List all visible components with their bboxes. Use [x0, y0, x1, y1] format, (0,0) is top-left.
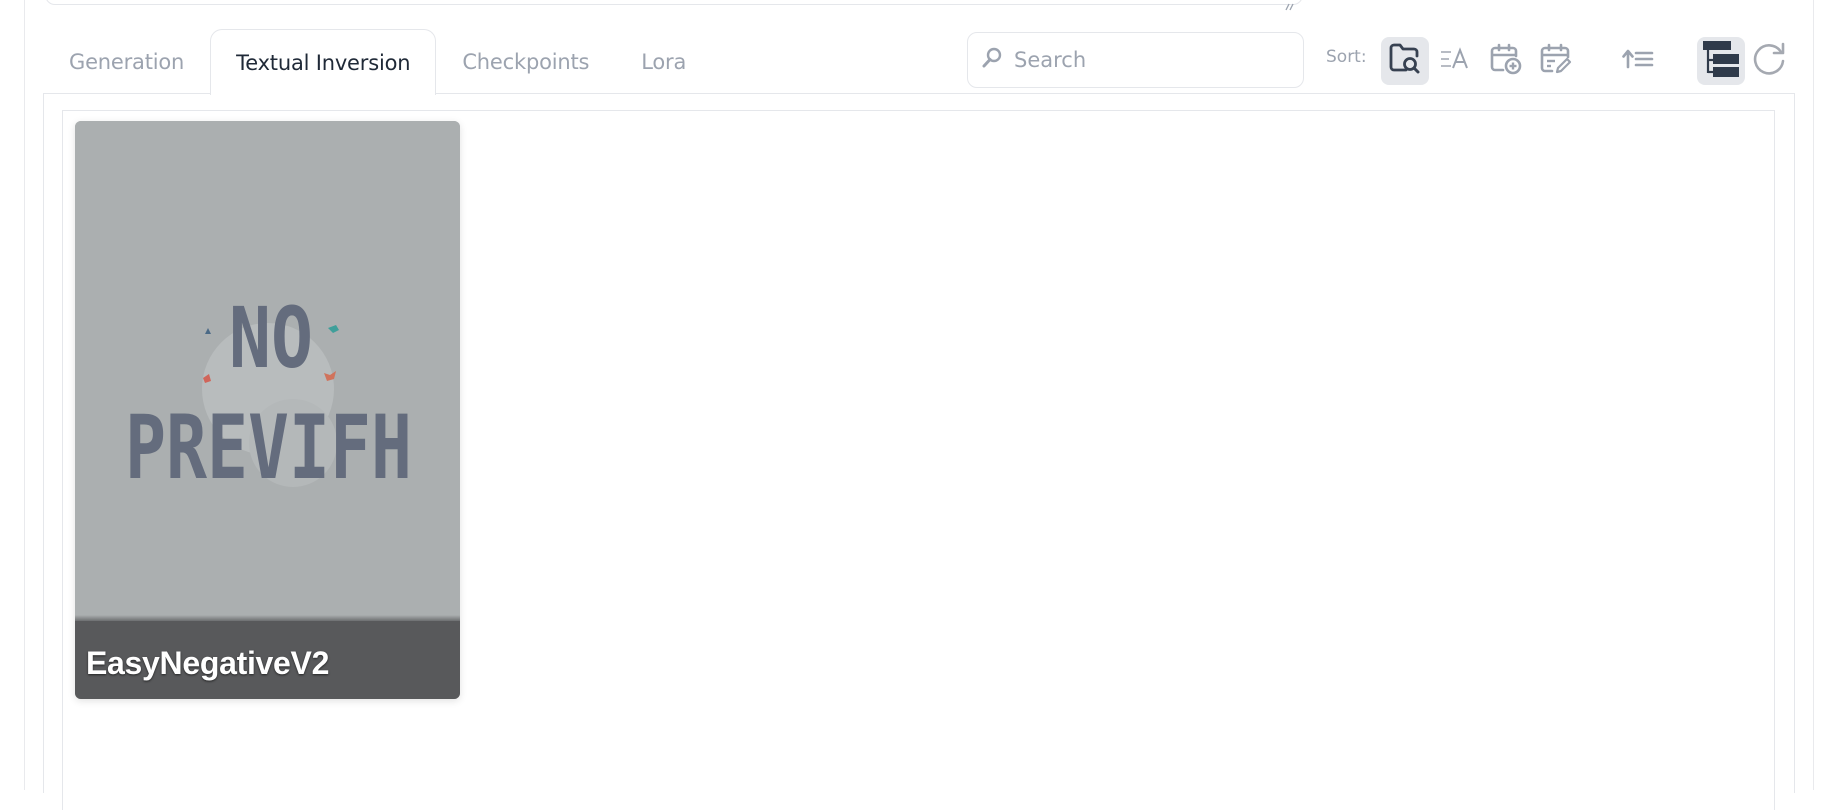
folder-search-icon: [1388, 42, 1422, 80]
sort-alpha-icon: [1439, 47, 1473, 75]
tree-view-button[interactable]: [1697, 37, 1745, 85]
search-icon: [980, 46, 1004, 74]
card-name: EasyNegativeV2: [86, 645, 330, 681]
prompt-textarea[interactable]: [45, 0, 1303, 5]
tab-textual-inversion[interactable]: Textual Inversion: [210, 29, 437, 95]
refresh-icon: [1750, 40, 1788, 82]
no-preview-image: NO PREVIFH: [75, 121, 460, 699]
tree-view-icon: [1701, 39, 1741, 83]
network-card[interactable]: NO PREVIFH EasyNegativeV2: [75, 121, 460, 699]
preview-text-line2: PREVIFH: [125, 396, 412, 499]
tab-generation[interactable]: Generation: [43, 29, 210, 94]
sort-by-path-button[interactable]: [1381, 37, 1429, 85]
sort-ascending-icon: [1621, 47, 1655, 75]
sort-by-date-modified-button[interactable]: [1532, 37, 1580, 85]
sort-direction-button[interactable]: [1614, 37, 1662, 85]
search-field[interactable]: [967, 32, 1304, 88]
preview-text-line1: NO: [229, 289, 313, 387]
tab-checkpoints[interactable]: Checkpoints: [436, 29, 615, 94]
calendar-plus-icon: [1488, 41, 1524, 81]
search-input[interactable]: [1012, 47, 1286, 73]
textarea-resize-handle[interactable]: [1283, 0, 1297, 11]
tab-lora[interactable]: Lora: [615, 29, 712, 94]
sort-by-date-created-button[interactable]: [1482, 37, 1530, 85]
sort-by-name-button[interactable]: [1432, 37, 1480, 85]
card-footer: EasyNegativeV2: [75, 615, 460, 699]
calendar-edit-icon: [1538, 41, 1574, 81]
sort-label: Sort:: [1326, 47, 1367, 67]
tab-bar: Generation Textual Inversion Checkpoints…: [43, 29, 712, 95]
refresh-button[interactable]: [1745, 37, 1793, 85]
